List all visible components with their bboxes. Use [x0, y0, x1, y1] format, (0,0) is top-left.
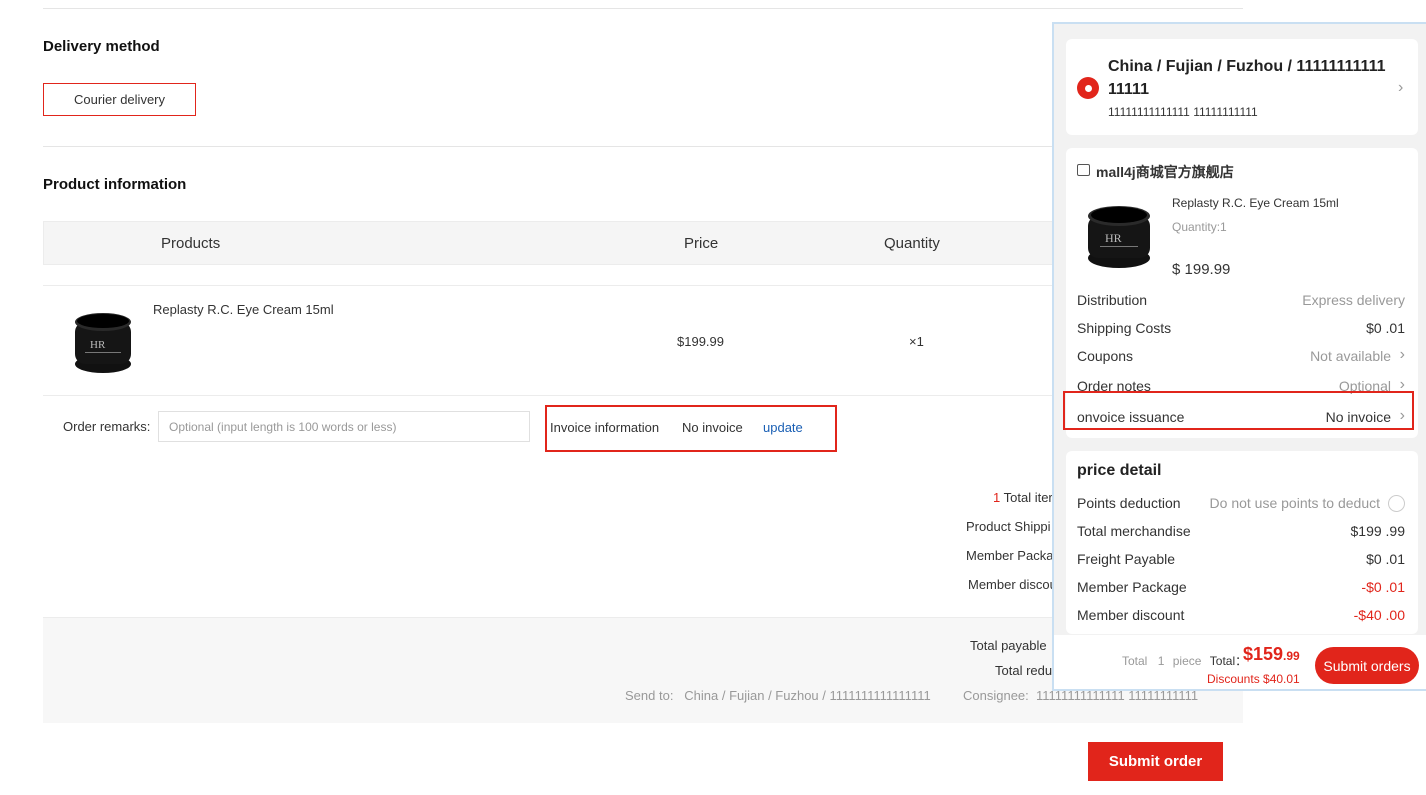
piece-count: 1 [1157, 654, 1165, 668]
member-discount-label: Member discount [1077, 607, 1185, 623]
svg-text:HR: HR [90, 339, 106, 351]
distribution-value: Express delivery [1302, 292, 1405, 308]
discounts-text: Discounts $40.01 [1207, 672, 1300, 686]
total-amount-cents: .99 [1283, 649, 1300, 663]
total-amount: $159.99 [1243, 644, 1300, 665]
submit-orders-button[interactable]: Submit orders [1315, 647, 1419, 684]
freight-payable-value: $0 .01 [1366, 551, 1405, 567]
member-discount-label: Member discou [968, 577, 1057, 592]
mobile-product-quantity: Quantity:1 [1172, 220, 1227, 234]
product-name[interactable]: Replasty R.C. Eye Cream 15ml [153, 302, 334, 317]
invoice-value: No invoice [682, 420, 743, 435]
freight-payable-label: Freight Payable [1077, 551, 1176, 567]
courier-delivery-option[interactable]: Courier delivery [43, 83, 196, 116]
mobile-product-name[interactable]: Replasty R.C. Eye Cream 15ml [1172, 196, 1339, 210]
invoice-update-link[interactable]: update [763, 420, 803, 435]
invoice-information-box: Invoice information No invoice update [545, 405, 837, 452]
points-deduction-value: Do not use points to deduct [1209, 495, 1380, 511]
member-package-label: Member Packa [966, 548, 1054, 563]
mobile-preview-panel: China / Fujian / Fuzhou / 11111111111 11… [1052, 22, 1426, 691]
product-shipping-label: Product Shippi [966, 519, 1051, 534]
store-name[interactable]: mall4j商城官方旗舰店 [1096, 162, 1234, 182]
chevron-right-icon: › [1398, 79, 1404, 96]
points-deduction-label: Points deduction [1077, 495, 1181, 511]
member-discount-value: -$40 .00 [1353, 607, 1405, 623]
address-card[interactable]: China / Fujian / Fuzhou / 11111111111 11… [1066, 39, 1418, 135]
order-card: mall4j商城官方旗舰店 HR Replasty R.C. Eye Cream… [1063, 148, 1418, 438]
member-package-value: -$0 .01 [1361, 579, 1405, 595]
total-items-label: Total iter [1003, 490, 1053, 505]
total-reduction-label: Total redu [995, 663, 1053, 678]
total-label: Total： [1209, 654, 1248, 668]
total-items-count: 1 [993, 490, 1001, 505]
column-products: Products [161, 235, 221, 252]
invoice-label: Invoice information [550, 420, 660, 435]
address-contact: 11111111111111 11111111111 [1108, 105, 1258, 119]
total-amount-main: $159 [1243, 644, 1284, 664]
product-quantity: ×1 [909, 334, 924, 349]
piece-label: piece [1172, 654, 1202, 668]
column-price: Price [684, 235, 719, 252]
send-to-address: Send to: China / Fujian / Fuzhou / 11111… [625, 688, 931, 703]
total-items-line: 1 Total iter [993, 490, 1053, 505]
location-pin-icon [1077, 77, 1099, 99]
coupons-label: Coupons [1077, 348, 1134, 364]
top-divider [43, 8, 1243, 9]
points-radio[interactable] [1382, 494, 1405, 512]
order-remarks-label: Order remarks: [63, 419, 151, 434]
mobile-product-price: $ 199.99 [1172, 261, 1231, 278]
member-package-label: Member Package [1077, 579, 1187, 595]
submit-order-button[interactable]: Submit order [1088, 742, 1223, 781]
invoice-issuance-value: No invoice [1325, 409, 1391, 425]
total-prefix: Total [1122, 654, 1148, 668]
invoice-issuance-label: onvoice issuance [1077, 409, 1185, 425]
total-merchandise-label: Total merchandise [1077, 523, 1191, 539]
product-price: $199.99 [677, 334, 724, 349]
shipping-costs-label: Shipping Costs [1077, 320, 1172, 336]
svg-text:HR: HR [1105, 231, 1122, 245]
product-image: HR [1088, 206, 1150, 268]
bottom-bar: Total 1 piece Total： $159.99 Discounts $… [1054, 635, 1426, 689]
price-detail-title: price detail [1077, 462, 1162, 479]
product-image: HR [75, 313, 131, 373]
total-merchandise-value: $199 .99 [1350, 523, 1406, 539]
distribution-label: Distribution [1077, 292, 1148, 308]
shipping-costs-value: $0 .01 [1366, 320, 1405, 336]
total-pieces: Total 1 piece Total： [1122, 652, 1247, 669]
store-icon [1077, 164, 1090, 176]
price-detail-card: price detail Points deduction Do not use… [1066, 451, 1418, 634]
product-information-title: Product information [43, 176, 187, 193]
coupons-value: Not available [1310, 348, 1391, 364]
total-payable-label: Total payable [970, 638, 1047, 653]
order-remarks-input[interactable] [158, 411, 530, 442]
column-quantity: Quantity [884, 235, 940, 252]
delivery-method-title: Delivery method [43, 38, 160, 55]
address-line: China / Fujian / Fuzhou / 11111111111 11… [1108, 58, 1386, 98]
chevron-right-icon: › [1399, 407, 1405, 424]
chevron-right-icon: › [1399, 346, 1405, 363]
